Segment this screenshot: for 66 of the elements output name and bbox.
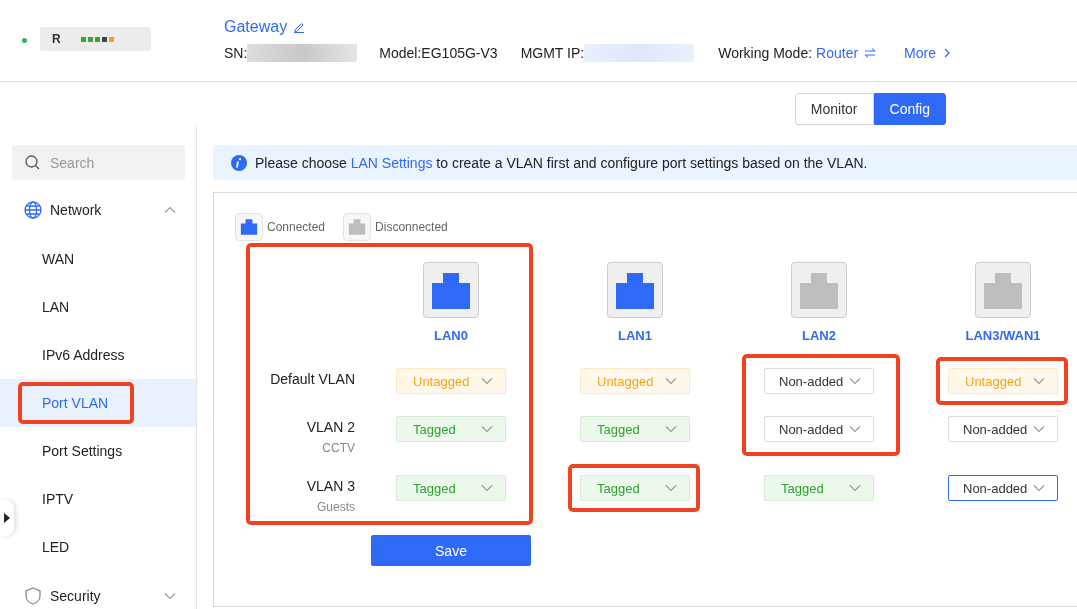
port-name: LAN3/WAN1 (965, 328, 1041, 343)
chevron-icon (481, 425, 493, 433)
vlan-mode-select[interactable]: Non-added (764, 416, 874, 442)
port-name: LAN0 (434, 328, 468, 343)
nav-item[interactable]: WAN (42, 251, 75, 267)
chevron-icon (1033, 377, 1045, 385)
vlan-mode-select[interactable]: Tagged (580, 416, 690, 442)
chevron-icon (164, 592, 176, 600)
chevron-icon (849, 484, 861, 492)
mgmt-ip-label: MGMT IP: (520, 44, 585, 61)
chevron-icon (164, 206, 176, 214)
nav-item[interactable]: Port Settings (42, 443, 123, 459)
nav-group[interactable]: Network (50, 202, 156, 218)
info-text: Please choose LAN Settings to create a VLAN first and configure port settings based on the VLAN. (255, 154, 868, 171)
chevron-icon (665, 377, 677, 385)
vlan-mode-select[interactable]: Non-added (764, 368, 874, 394)
device-label: R (52, 31, 61, 46)
chevron-icon (1033, 484, 1045, 492)
model-text: Model:EG105G-V3 (379, 44, 498, 61)
nav-group[interactable]: Security (50, 588, 156, 604)
working-mode-link[interactable]: Router (816, 44, 877, 61)
view-tab[interactable]: Monitor (794, 93, 874, 125)
chevron-icon (665, 425, 677, 433)
chevron-right-icon (944, 47, 950, 58)
ports-icon (80, 35, 115, 42)
vlan-mode-select[interactable]: Tagged (580, 475, 690, 501)
sn-label: SN: (224, 44, 248, 61)
search-field[interactable]: Search (12, 145, 185, 180)
port-name: LAN2 (802, 328, 836, 343)
chevron-icon (849, 425, 861, 433)
nav-item[interactable]: IPTV (42, 491, 74, 507)
vlan-mode-select[interactable]: Non-added (948, 416, 1058, 442)
vlan-name: VLAN 2 (306, 419, 355, 435)
nav-item[interactable]: Port VLAN (0, 379, 196, 427)
vlan-description: CCTV (322, 441, 355, 455)
chevron-icon (481, 377, 493, 385)
chevron-icon (481, 484, 493, 492)
vlan-mode-select[interactable]: Tagged (396, 475, 506, 501)
chevron-icon (849, 377, 861, 385)
device-name: Gateway (224, 17, 288, 36)
vlan-mode-select[interactable]: Tagged (396, 416, 506, 442)
nav-item[interactable]: IPv6 Address (42, 347, 125, 363)
vlan-name: VLAN 3 (306, 478, 355, 494)
globe-icon (24, 201, 42, 219)
legend-label: Disconnected (375, 220, 448, 234)
legend-label: Connected (267, 220, 326, 234)
save-button[interactable]: Save (371, 535, 531, 566)
chevron-icon (665, 484, 677, 492)
expand-handle[interactable] (0, 500, 14, 536)
nav-item[interactable]: LAN (42, 299, 70, 315)
info-icon (231, 154, 247, 171)
search-icon (25, 155, 40, 170)
working-mode-label: Working Mode: (718, 44, 813, 61)
edit-icon[interactable] (293, 20, 306, 33)
nav-item[interactable]: LED (42, 539, 70, 555)
port-name: LAN1 (618, 328, 652, 343)
view-tab[interactable]: Config (873, 93, 946, 125)
more-link[interactable]: More (904, 44, 950, 61)
vlan-mode-select[interactable]: Tagged (764, 475, 874, 501)
vlan-mode-select[interactable]: Non-added (948, 475, 1058, 501)
lan-settings-link[interactable]: LAN Settings (350, 154, 433, 171)
switch-icon (864, 47, 877, 58)
shield-icon (24, 587, 42, 605)
vlan-name: Default VLAN (270, 371, 355, 387)
vlan-description: Guests (317, 500, 355, 514)
chevron-icon (1033, 425, 1045, 433)
